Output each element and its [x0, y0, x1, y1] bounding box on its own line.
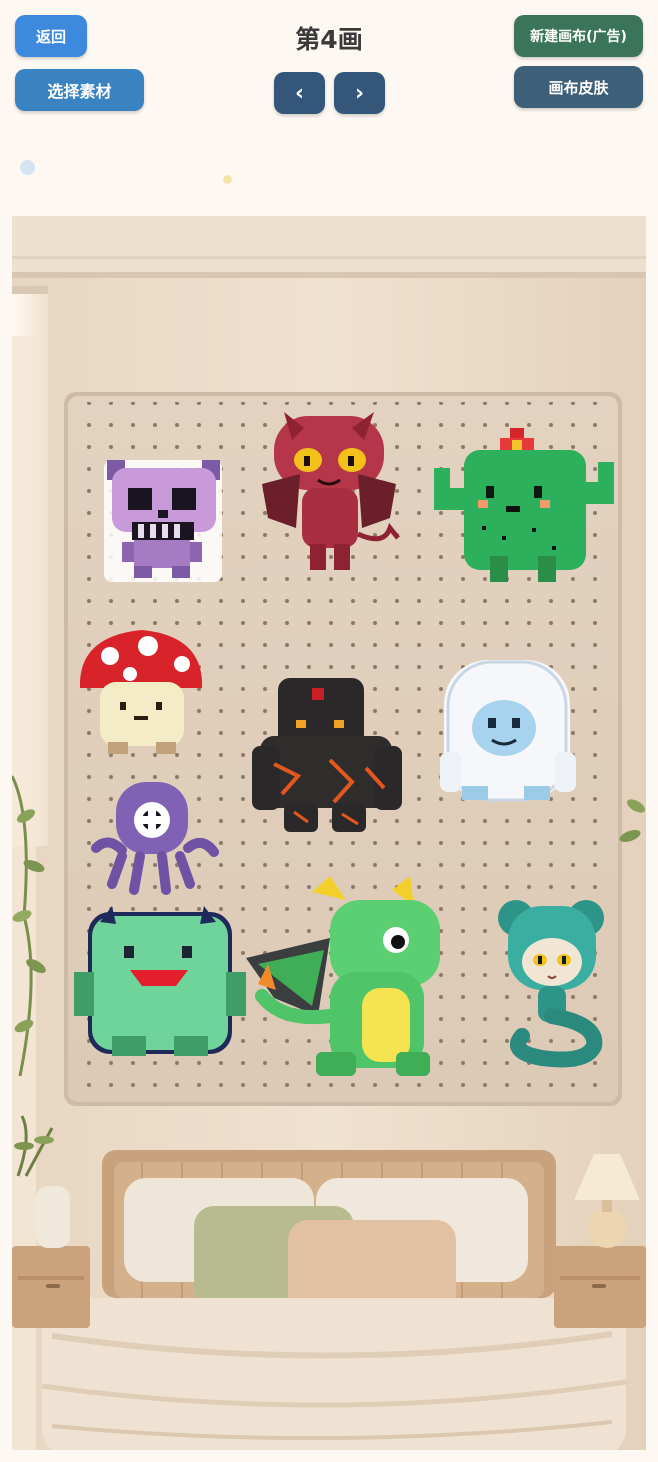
back-button[interactable]: 返回	[15, 15, 87, 57]
purple-skull-monster-sticker	[104, 460, 222, 582]
select-material-button[interactable]: 选择素材	[15, 69, 144, 111]
crown-molding	[12, 216, 646, 278]
green-blob-monster-sticker	[74, 906, 246, 1056]
previous-page-button[interactable]: ‹	[274, 72, 325, 114]
next-page-button[interactable]: ›	[334, 72, 385, 114]
lamp-base	[587, 1208, 627, 1248]
vase	[36, 1186, 70, 1248]
white-yeti-sticker	[440, 660, 576, 802]
canvas-scene[interactable]	[12, 216, 646, 1450]
page-title: 第4画	[295, 25, 363, 54]
bed	[41, 1150, 627, 1450]
decorative-dot	[223, 175, 232, 184]
canvas-skin-button[interactable]: 画布皮肤	[514, 66, 643, 108]
decorative-dot	[20, 160, 35, 175]
new-canvas-ad-button[interactable]: 新建画布(广告)	[514, 15, 643, 57]
